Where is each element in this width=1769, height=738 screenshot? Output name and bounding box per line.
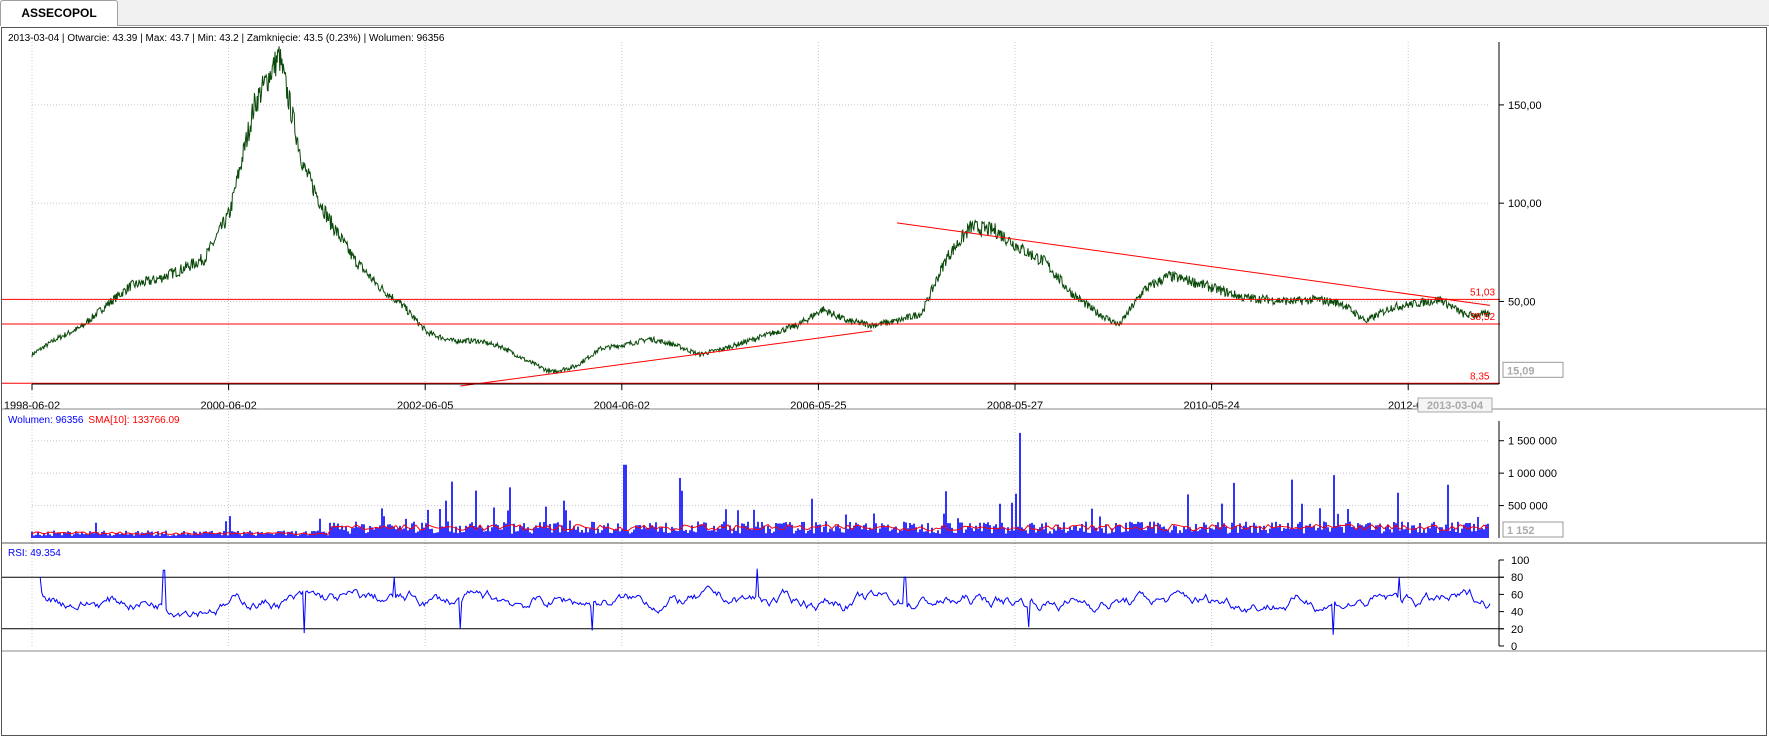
x-tick-label: 2008-05-27	[987, 400, 1043, 412]
cursor-date-label: 2013-03-04	[1427, 400, 1484, 412]
trend-line	[460, 330, 873, 387]
y-tick-label: 1 500 000	[1508, 436, 1557, 448]
info-min: Min: 43.2	[198, 33, 240, 44]
y-tick-label: 100,00	[1508, 198, 1542, 210]
trend-line	[896, 222, 1491, 306]
axes: 1998-06-02 2000-06-02 2002-06-05 2004-06-02…	[2, 42, 1766, 653]
info-volume: Wolumen: 96356	[369, 33, 445, 44]
y-tick-label: 0	[1511, 641, 1517, 653]
x-tick-label: 2002-06-05	[397, 400, 453, 412]
price-panel: 2013-03-04 | Otwarcie: 43.39 | Max: 43.7…	[2, 33, 1500, 387]
x-tick-label: 2006-05-25	[790, 400, 846, 412]
y-tick-label: 40	[1511, 607, 1523, 619]
y-tick-label: 20	[1511, 624, 1523, 636]
chart-frame: 2013-03-04 | Otwarcie: 43.39 | Max: 43.7…	[1, 27, 1767, 736]
y-tick-label: 80	[1511, 572, 1523, 584]
tab-assecopol[interactable]: ASSECOPOL	[0, 0, 118, 26]
x-tick-label: 2004-06-02	[594, 400, 650, 412]
y-tick-label: 150,00	[1508, 100, 1542, 112]
rsi-legend: RSI: 49.354	[8, 548, 61, 559]
volume-panel: Wolumen: 96356 SMA[10]: 133766.09	[8, 415, 1489, 538]
volume-legend: Wolumen: 96356 SMA[10]: 133766.09	[8, 415, 180, 426]
grid-lines	[31, 42, 1490, 646]
level-label: 38,52	[1470, 312, 1495, 323]
y-tick-label: 60	[1511, 589, 1523, 601]
volume-bars	[31, 432, 1489, 538]
info-max: Max: 43.7	[146, 33, 190, 44]
last-value-label: 15,09	[1507, 365, 1535, 377]
volume-last-label: 1 152	[1507, 525, 1535, 537]
info-date: 2013-03-04	[8, 33, 60, 44]
y-tick-label: 100	[1511, 555, 1529, 567]
x-tick-label: 2010-05-24	[1183, 400, 1239, 412]
x-tick-label: 2000-06-02	[200, 400, 256, 412]
y-tick-label: 50,00	[1508, 296, 1536, 308]
x-tick-label: 1998-06-02	[4, 400, 60, 412]
level-label: 8,35	[1470, 371, 1490, 382]
rsi-line	[39, 568, 1491, 635]
info-close: Zamknięcie: 43.5 (0.23%)	[247, 33, 361, 44]
y-tick-label: 500 000	[1508, 501, 1548, 513]
tab-bar: ASSECOPOL	[0, 0, 1769, 26]
level-label: 51,03	[1470, 287, 1495, 298]
rsi-panel: RSI: 49.354	[2, 548, 1504, 635]
info-open: Otwarcie: 43.39	[67, 33, 137, 44]
y-tick-label: 1 000 000	[1508, 468, 1557, 480]
chart-canvas[interactable]: 2013-03-04 | Otwarcie: 43.39 | Max: 43.7…	[2, 28, 1766, 735]
info-bar: 2013-03-04 | Otwarcie: 43.39 | Max: 43.7…	[8, 33, 445, 44]
